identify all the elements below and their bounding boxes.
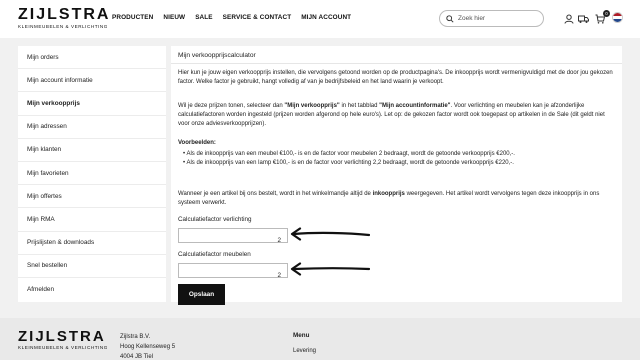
sidebar-item-prijslijsten[interactable]: Prijslijsten & downloads	[18, 232, 166, 255]
meubelen-factor-field[interactable]	[178, 263, 288, 282]
example-text: Als de inkoopprijs van een meubel €100,-…	[186, 151, 515, 157]
verlichting-factor-field[interactable]	[178, 228, 288, 247]
sidebar-item-snel-bestellen[interactable]: Snel bestellen	[18, 255, 166, 278]
flag-nl-icon[interactable]	[612, 12, 623, 23]
save-button[interactable]: Opslaan	[178, 284, 225, 305]
site-footer: ZIJLSTRA KLEINMEUBELEN & VERLICHTING Zij…	[0, 318, 640, 360]
logo-tagline: KLEINMEUBELEN & VERLICHTING	[18, 24, 108, 29]
sidebar-item-offertes[interactable]: Mijn offertes	[18, 185, 166, 209]
sidebar-item-verkoopprijs[interactable]: Mijn verkoopprijs	[18, 92, 166, 116]
meubelen-factor-input[interactable]	[179, 269, 287, 282]
nav-mijn-account[interactable]: MIJN ACCOUNT	[301, 14, 351, 21]
sidebar-item-rma[interactable]: Mijn RMA	[18, 208, 166, 232]
sidebar-item-favorieten[interactable]: Mijn favorieten	[18, 162, 166, 186]
sidebar-item-klanten[interactable]: Mijn klanten	[18, 139, 166, 162]
address-line: Zijlstra B.V.	[120, 334, 151, 340]
note-bold-inkoopprijs: inkoopprijs	[372, 191, 405, 197]
sidebar-item-afmelden[interactable]: Afmelden	[18, 278, 166, 301]
main-nav: PRODUCTEN NIEUW SALE SERVICE & CONTACT M…	[112, 14, 351, 21]
example-text: Als de inkoopprijs van een lamp €100,- i…	[186, 160, 514, 166]
note-text: Wanneer je een artikel bij ons bestelt, …	[178, 191, 373, 197]
order-note-paragraph: Wanneer je een artikel bij ons bestelt, …	[178, 190, 614, 208]
instructions-text: Wil je deze prijzen tonen, selecteer dan	[178, 103, 285, 109]
nav-service-contact[interactable]: SERVICE & CONTACT	[223, 14, 292, 21]
verlichting-label: Calculatiefactor verlichting	[178, 216, 252, 223]
footer-logo[interactable]: ZIJLSTRA KLEINMEUBELEN & VERLICHTING	[18, 328, 108, 350]
example-item: • Als de inkoopprijs van een meubel €100…	[183, 151, 515, 157]
search-input[interactable]	[458, 15, 538, 22]
sidebar-item-account-informatie[interactable]: Mijn account informatie	[18, 69, 166, 93]
example-item: • Als de inkoopprijs van een lamp €100,-…	[183, 160, 514, 166]
examples-heading: Voorbeelden:	[178, 140, 216, 146]
verlichting-factor-input[interactable]	[179, 234, 287, 247]
search-box[interactable]	[439, 10, 544, 27]
footer-logo-tagline: KLEINMEUBELEN & VERLICHTING	[18, 345, 108, 350]
nav-producten[interactable]: PRODUCTEN	[112, 14, 153, 21]
address-line: 4004 JB Tiel	[120, 354, 154, 360]
address-line: Hoog Kellenseweg 5	[120, 344, 176, 350]
site-logo[interactable]: ZIJLSTRA KLEINMEUBELEN & VERLICHTING	[18, 6, 111, 30]
footer-menu-title: Menu	[293, 332, 310, 339]
nav-sale[interactable]: SALE	[195, 14, 212, 21]
arrow-annotation-icon	[290, 227, 370, 241]
footer-address: Zijlstra B.V. Hoog Kellenseweg 5 4004 JB…	[120, 332, 175, 360]
meubelen-label: Calculatiefactor meubelen	[178, 251, 251, 258]
page-title: Mijn verkoopprijscalculator	[178, 52, 256, 59]
truck-icon[interactable]	[577, 12, 590, 25]
content-panel: Mijn verkoopprijscalculator Hier kun je …	[171, 46, 622, 305]
sidebar-item-adressen[interactable]: Mijn adressen	[18, 116, 166, 139]
nav-nieuw[interactable]: NIEUW	[163, 14, 185, 21]
intro-paragraph: Hier kun je jouw eigen verkoopprijs inst…	[178, 70, 613, 85]
site-header: ZIJLSTRA KLEINMEUBELEN & VERLICHTING PRO…	[0, 0, 640, 38]
sidebar-item-mijn-orders[interactable]: Mijn orders	[18, 46, 166, 70]
footer-link-levering[interactable]: Levering	[293, 348, 316, 354]
cart-count-badge: 0	[603, 10, 610, 17]
user-icon[interactable]	[562, 12, 575, 25]
account-sidebar: Mijn orders Mijn account informatie Mijn…	[18, 46, 166, 302]
instructions-paragraph: Wil je deze prijzen tonen, selecteer dan…	[178, 102, 614, 129]
arrow-annotation-icon	[290, 262, 370, 276]
instructions-text: in het tabblad	[339, 103, 380, 109]
title-divider	[171, 63, 622, 64]
search-icon[interactable]	[446, 10, 454, 28]
instructions-bold-verkoopprijs: "Mijn verkoopprijs"	[284, 103, 340, 109]
logo-wordmark: ZIJLSTRA	[18, 6, 111, 23]
instructions-bold-accountinformatie: "Mijn accountinformatie"	[379, 103, 451, 109]
footer-logo-wordmark: ZIJLSTRA	[18, 328, 106, 345]
